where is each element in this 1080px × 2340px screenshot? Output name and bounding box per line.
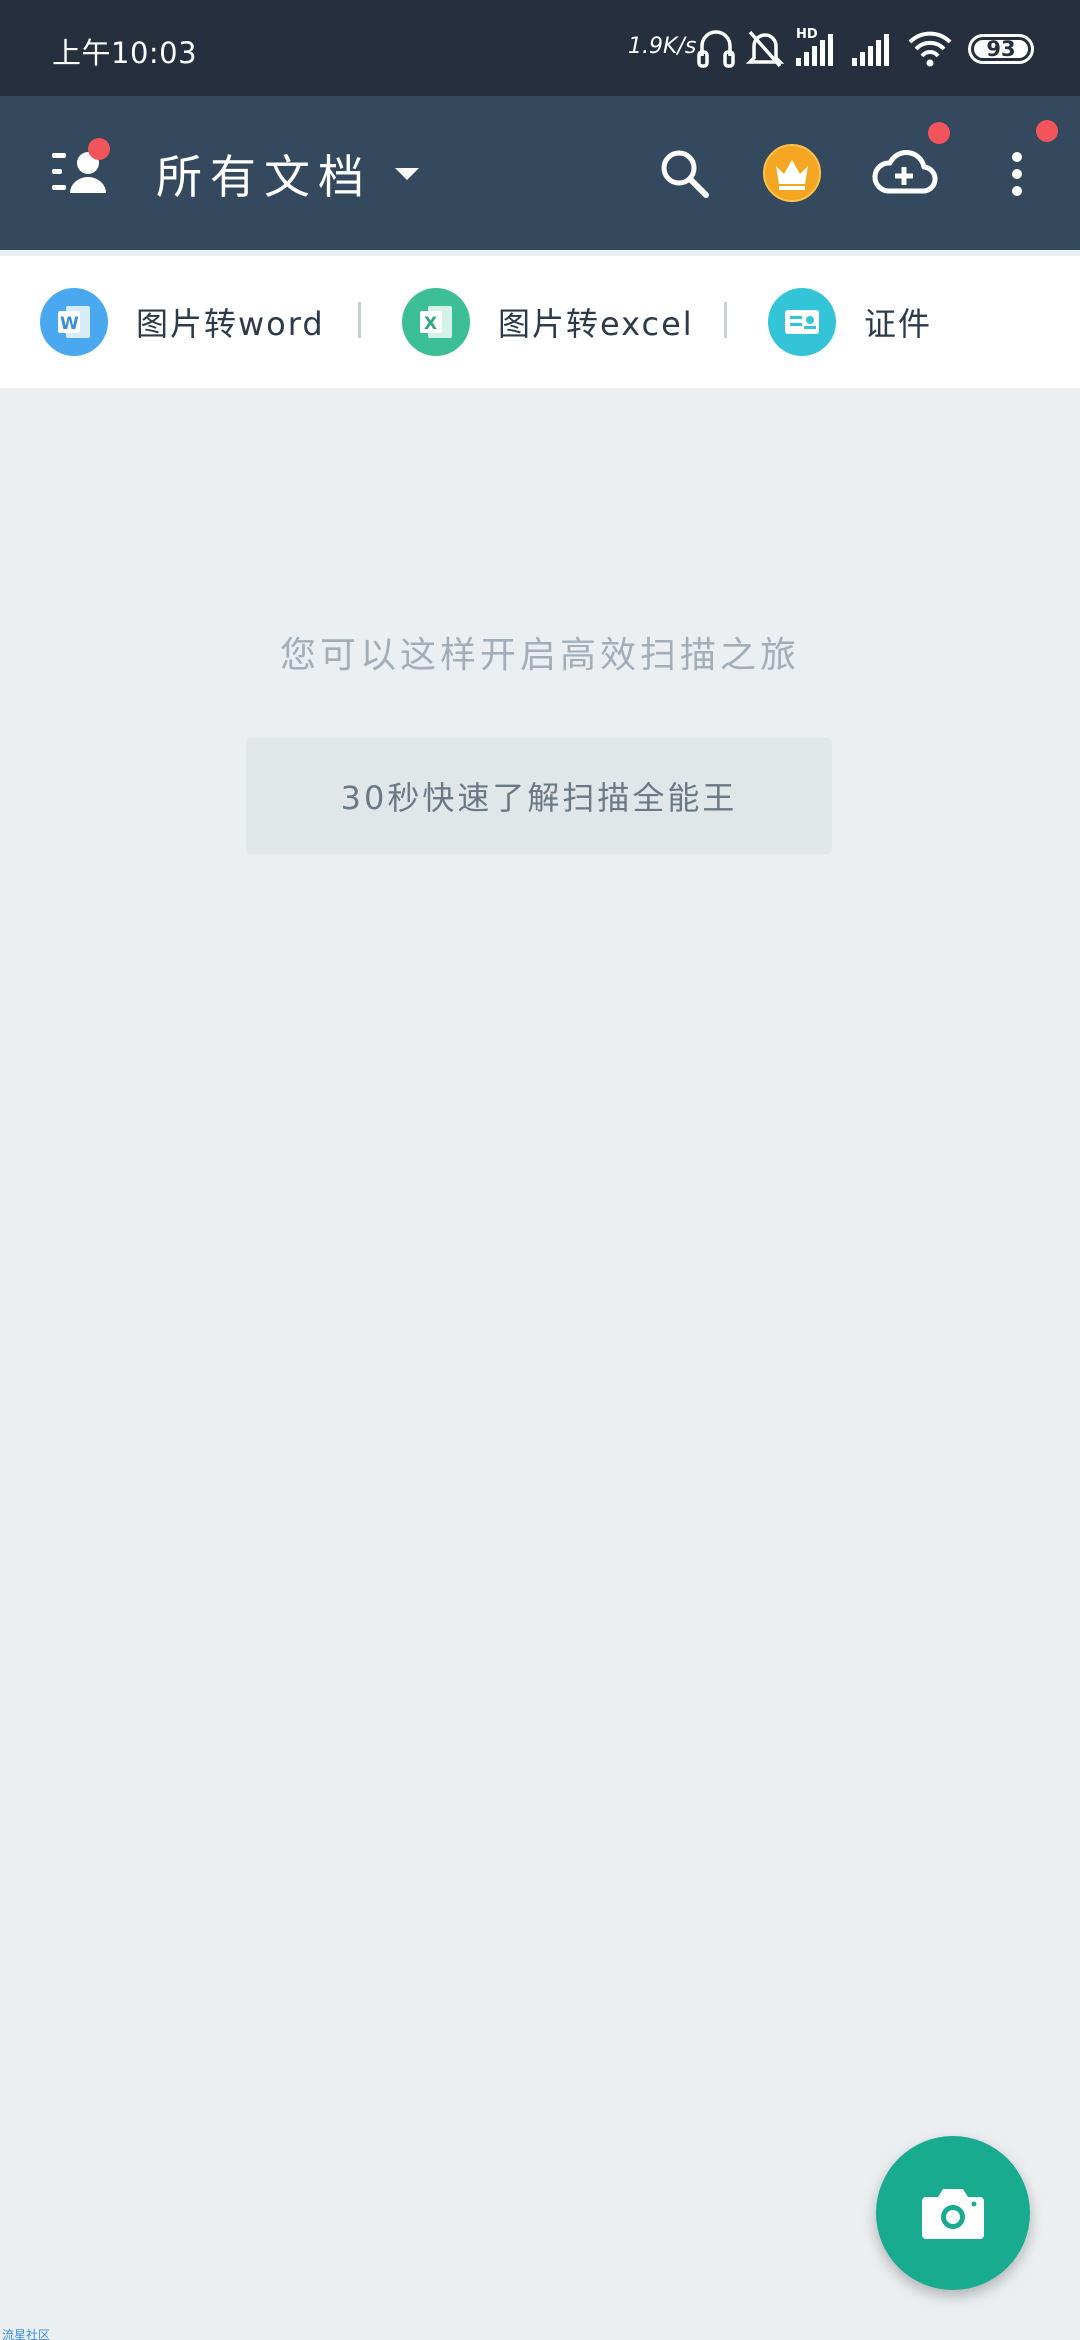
camera-icon — [922, 2189, 984, 2239]
quick-tour-button[interactable]: 30秒快速了解扫描全能王 — [246, 738, 832, 854]
watermark: 流星社区 — [2, 2328, 51, 2340]
premium-button[interactable] — [756, 138, 828, 210]
battery-level: 93 — [986, 37, 1016, 61]
bell-muted-icon — [746, 30, 784, 68]
empty-state-hint: 您可以这样开启高效扫描之旅 — [279, 635, 800, 676]
wifi-icon — [908, 31, 952, 67]
tool-label: 证件 — [864, 305, 933, 343]
cloud-badge — [928, 122, 950, 144]
hd-signal-icon: HD — [796, 27, 833, 66]
app-bar: 所有文档 — [0, 96, 1080, 250]
headset-icon — [697, 30, 735, 68]
battery-icon: 93 — [968, 34, 1034, 64]
more-badge — [1036, 120, 1058, 142]
tool-image-to-excel[interactable]: X 图片转excel — [402, 284, 694, 360]
tool-id-card[interactable]: 证件 — [768, 284, 932, 360]
crown-icon — [763, 143, 821, 202]
more-vert-icon — [1012, 151, 1022, 196]
profile-menu-button[interactable] — [38, 138, 122, 210]
tool-label: 图片转excel — [498, 305, 694, 343]
cloud-sync-button[interactable] — [862, 122, 950, 210]
camera-fab[interactable] — [876, 2136, 1030, 2290]
folder-switcher[interactable]: 所有文档 — [156, 144, 420, 204]
status-bar: 上午10:03 1.9K/s HD 93 — [0, 0, 1080, 96]
svg-text:W: W — [60, 314, 79, 334]
profile-badge — [88, 138, 110, 160]
network-speed: 1.9K/s — [628, 34, 697, 59]
app-root: 上午10:03 1.9K/s HD 93 所有文档 W 图片转word X 图片… — [0, 0, 1080, 2340]
search-icon — [661, 150, 709, 198]
chevron-down-icon — [395, 168, 419, 180]
svg-text:X: X — [424, 314, 437, 334]
signal-icon — [852, 34, 889, 66]
tool-label: 图片转word — [136, 305, 325, 343]
excel-icon: X — [402, 288, 470, 356]
svg-text:HD: HD — [796, 27, 818, 42]
word-icon: W — [40, 288, 108, 356]
search-button[interactable] — [648, 138, 720, 210]
tool-divider — [724, 302, 727, 338]
tool-divider — [358, 302, 361, 338]
cloud-upload-icon — [872, 149, 938, 194]
status-time: 上午10:03 — [52, 36, 198, 70]
id-card-icon — [768, 288, 836, 356]
more-options-button[interactable] — [988, 120, 1058, 210]
tool-image-to-word[interactable]: W 图片转word — [40, 284, 325, 360]
page-title: 所有文档 — [156, 150, 372, 204]
